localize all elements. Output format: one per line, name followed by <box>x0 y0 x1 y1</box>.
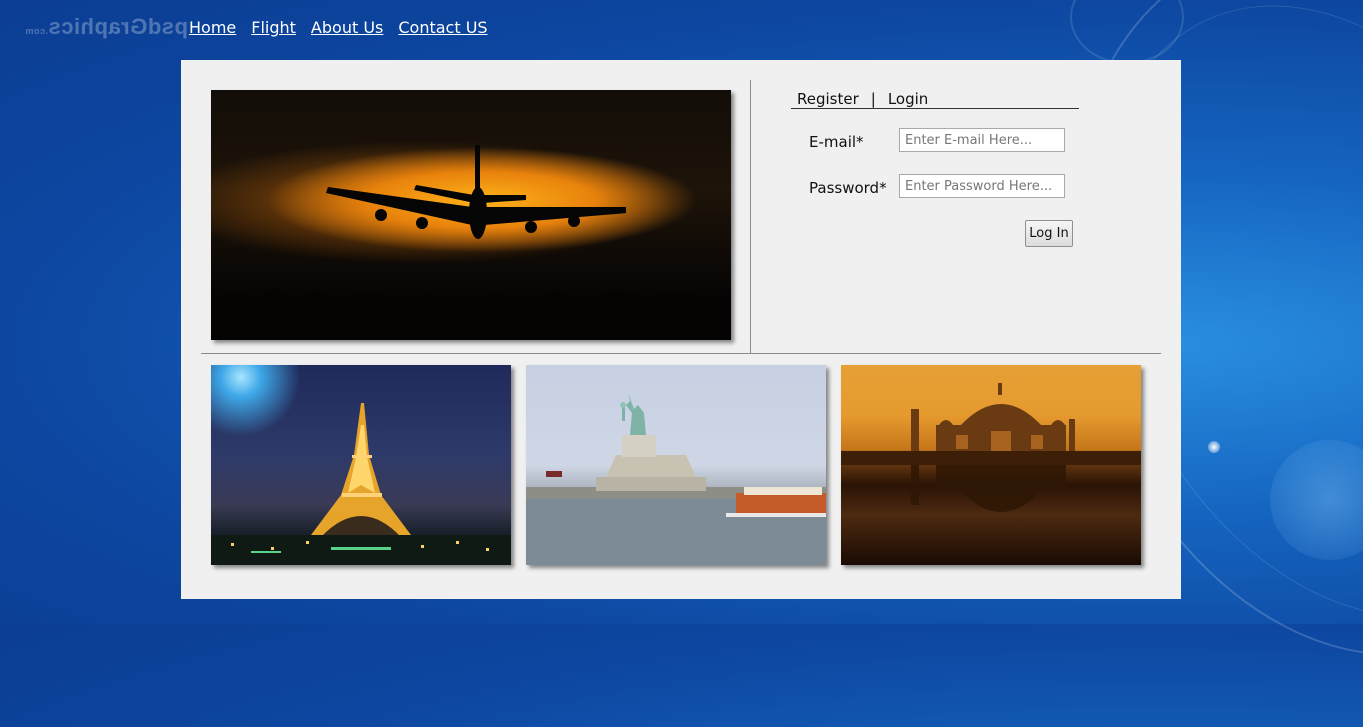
background-sparkle <box>1208 441 1220 453</box>
eiffel-tower-illustration <box>211 403 511 565</box>
password-field[interactable] <box>899 174 1065 198</box>
hero-airplane-image <box>211 90 731 340</box>
main-panel: Register | Login E-mail* Password* Log In <box>181 60 1181 599</box>
email-field[interactable] <box>899 128 1065 152</box>
nav-contact-link[interactable]: Contact US <box>398 18 487 37</box>
gallery-image-eiffel-tower <box>211 365 511 565</box>
airplane-silhouette <box>326 145 626 239</box>
watermark-logo: psdGraphics.com <box>25 14 188 40</box>
horizontal-divider <box>201 353 1161 354</box>
logo-text: psdGraphics <box>48 14 188 39</box>
statue-of-liberty-illustration <box>526 393 826 565</box>
nav-about-link[interactable]: About Us <box>311 18 383 37</box>
tab-login[interactable]: Login <box>888 90 928 108</box>
tab-separator: | <box>870 90 876 108</box>
nav-home-link[interactable]: Home <box>189 18 236 37</box>
email-label: E-mail* <box>809 133 864 151</box>
gallery-image-taj-mahal <box>841 365 1141 565</box>
logo-suffix: .com <box>25 26 49 36</box>
taj-mahal-illustration <box>841 383 1141 512</box>
nav-flight-link[interactable]: Flight <box>251 18 296 37</box>
login-button[interactable]: Log In <box>1025 220 1073 247</box>
password-label: Password* <box>809 179 887 197</box>
tab-register[interactable]: Register <box>797 90 859 108</box>
vertical-divider <box>750 80 751 353</box>
top-navigation: Home Flight About Us Contact US <box>189 18 488 37</box>
auth-tabs: Register | Login <box>791 90 1079 109</box>
gallery-image-statue-of-liberty <box>526 365 826 565</box>
